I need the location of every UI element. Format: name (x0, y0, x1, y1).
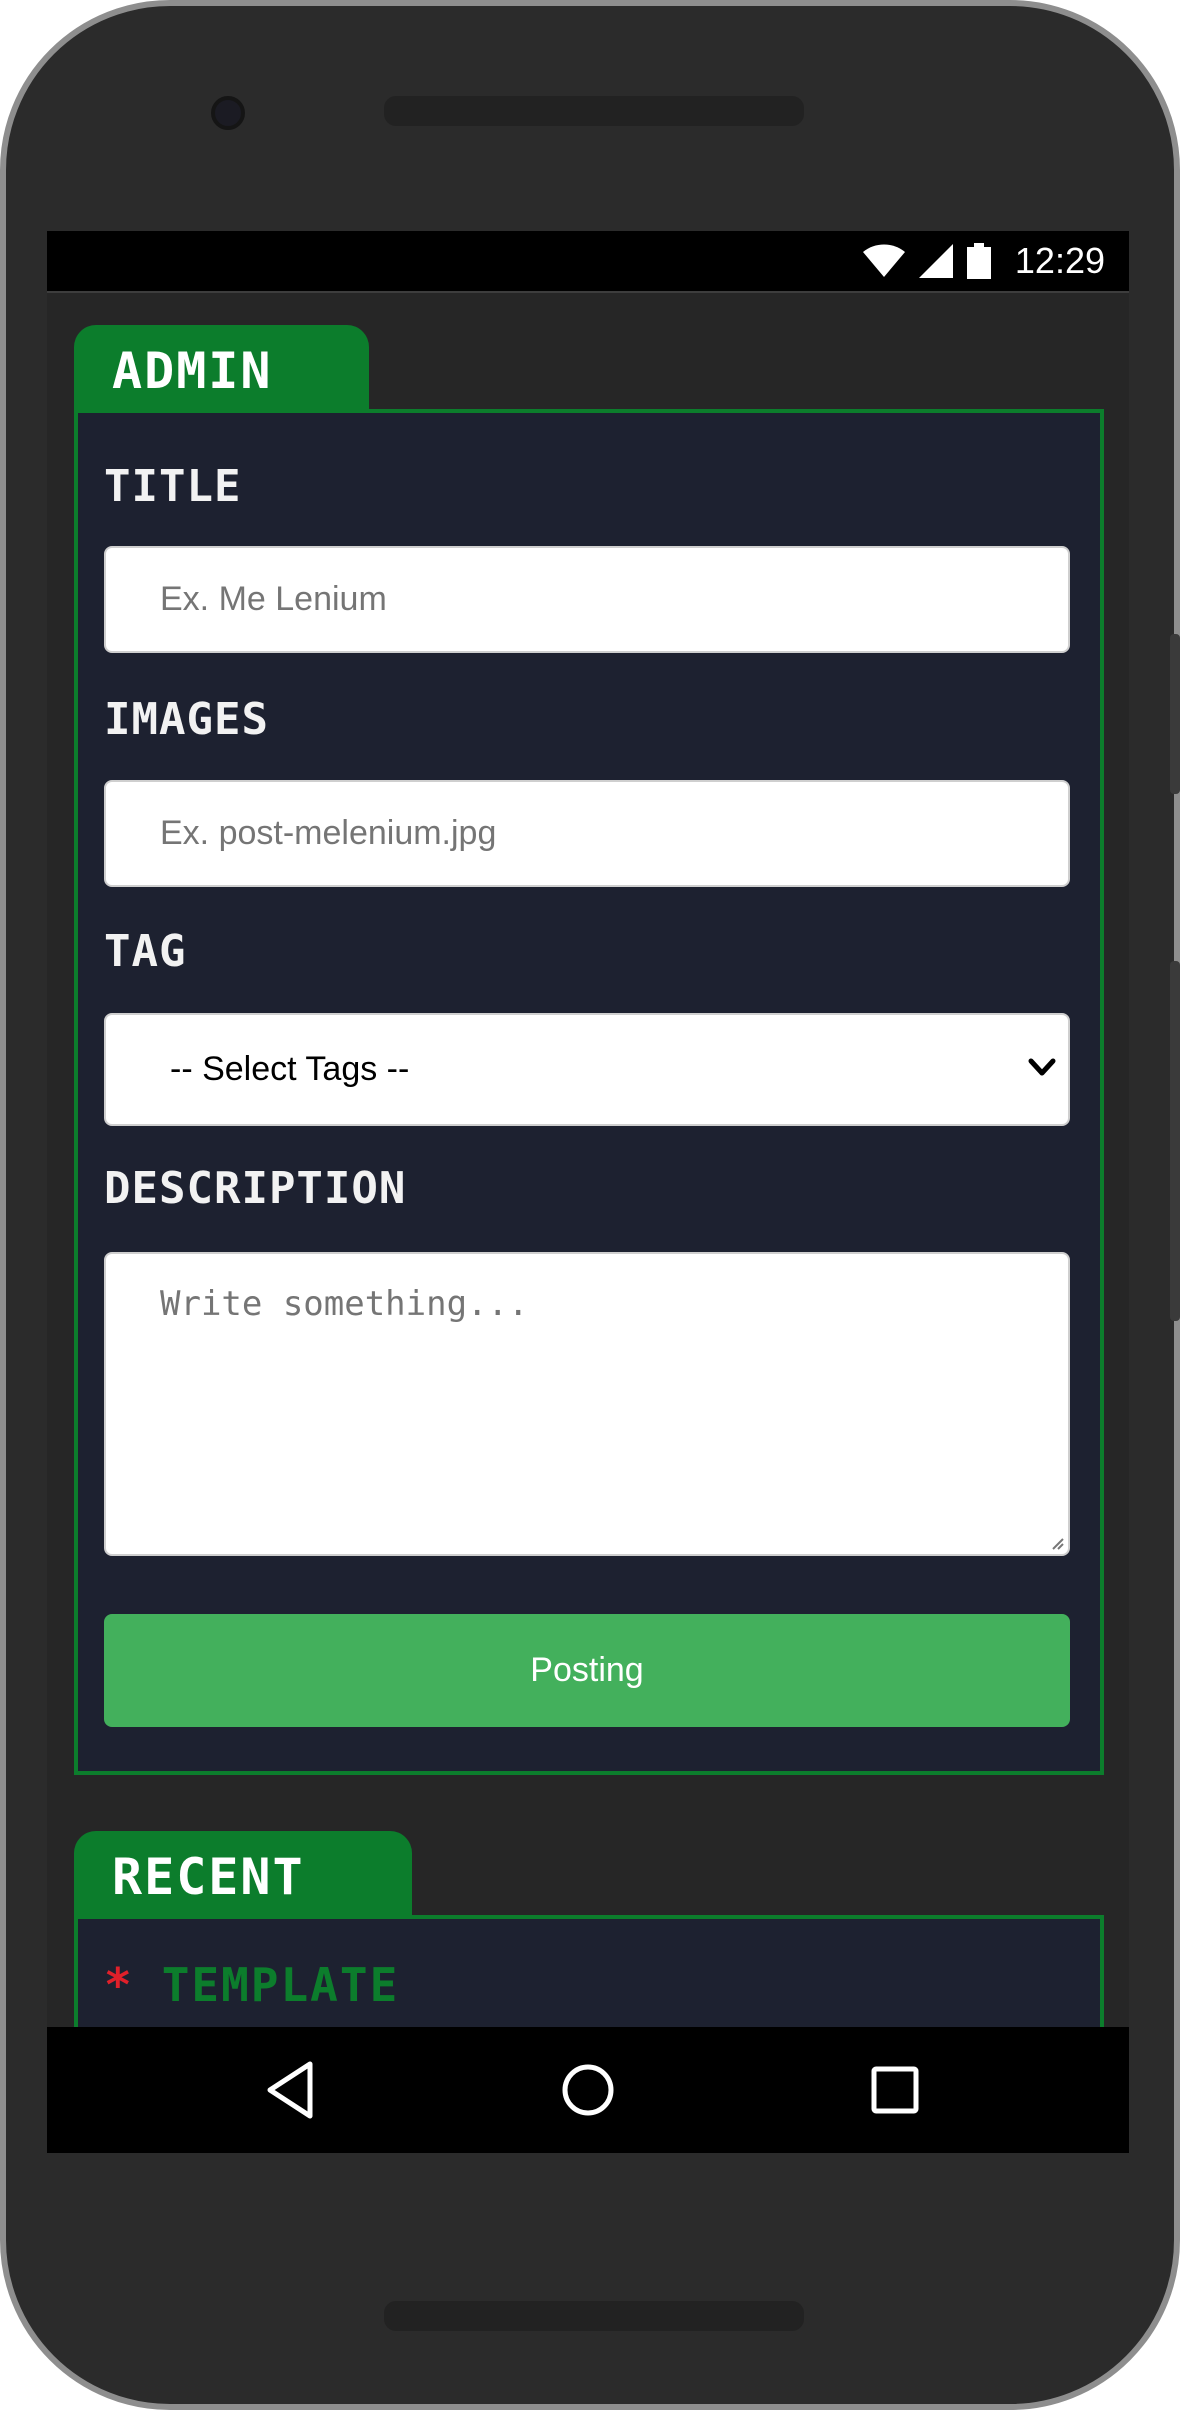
title-input[interactable]: Ex. Me Lenium (104, 546, 1070, 653)
signal-icon (918, 244, 953, 278)
recents-icon[interactable] (867, 2057, 923, 2123)
device-screen: 12:29 ADMIN TITLE Ex. Me Lenium IMAGES E… (47, 231, 1129, 2153)
recent-bullet-icon: * (104, 1958, 134, 2012)
navigation-bar (47, 2027, 1129, 2153)
back-icon[interactable] (260, 2057, 320, 2123)
main-content[interactable]: ADMIN TITLE Ex. Me Lenium IMAGES Ex. pos… (47, 293, 1129, 2089)
recent-panel-header: RECENT (74, 1831, 412, 1923)
chevron-down-icon (1028, 1058, 1056, 1076)
battery-icon (966, 243, 991, 279)
bottom-speaker (384, 2301, 804, 2331)
admin-panel-title: ADMIN (112, 342, 273, 400)
admin-panel-header: ADMIN (74, 325, 369, 417)
wifi-icon (862, 244, 905, 277)
home-icon[interactable] (555, 2057, 621, 2123)
images-input[interactable]: Ex. post-melenium.jpg (104, 780, 1070, 887)
power-button (1170, 634, 1180, 794)
earpiece-speaker (384, 96, 804, 126)
description-placeholder: Write something... (160, 1284, 529, 1324)
recent-item-label: TEMPLATE (161, 1958, 400, 2012)
status-bar: 12:29 (47, 231, 1129, 293)
tag-label: TAG (104, 926, 187, 977)
images-input-placeholder: Ex. post-melenium.jpg (160, 814, 497, 852)
recent-panel-title: RECENT (112, 1848, 305, 1906)
description-label: DESCRIPTION (104, 1163, 407, 1214)
tag-select[interactable]: -- Select Tags -- (104, 1013, 1070, 1126)
description-textarea[interactable]: Write something... (104, 1252, 1070, 1556)
tag-select-value: -- Select Tags -- (170, 1050, 410, 1088)
status-time: 12:29 (1014, 240, 1105, 281)
images-label: IMAGES (104, 694, 269, 745)
volume-button (1170, 961, 1180, 1321)
front-camera (211, 96, 245, 130)
title-label: TITLE (104, 461, 242, 512)
posting-button-label: Posting (530, 1651, 644, 1689)
title-input-placeholder: Ex. Me Lenium (160, 580, 387, 618)
recent-item[interactable]: * TEMPLATE (104, 1958, 399, 2012)
posting-button[interactable]: Posting (104, 1614, 1070, 1727)
resize-handle-icon[interactable] (1048, 1534, 1064, 1550)
